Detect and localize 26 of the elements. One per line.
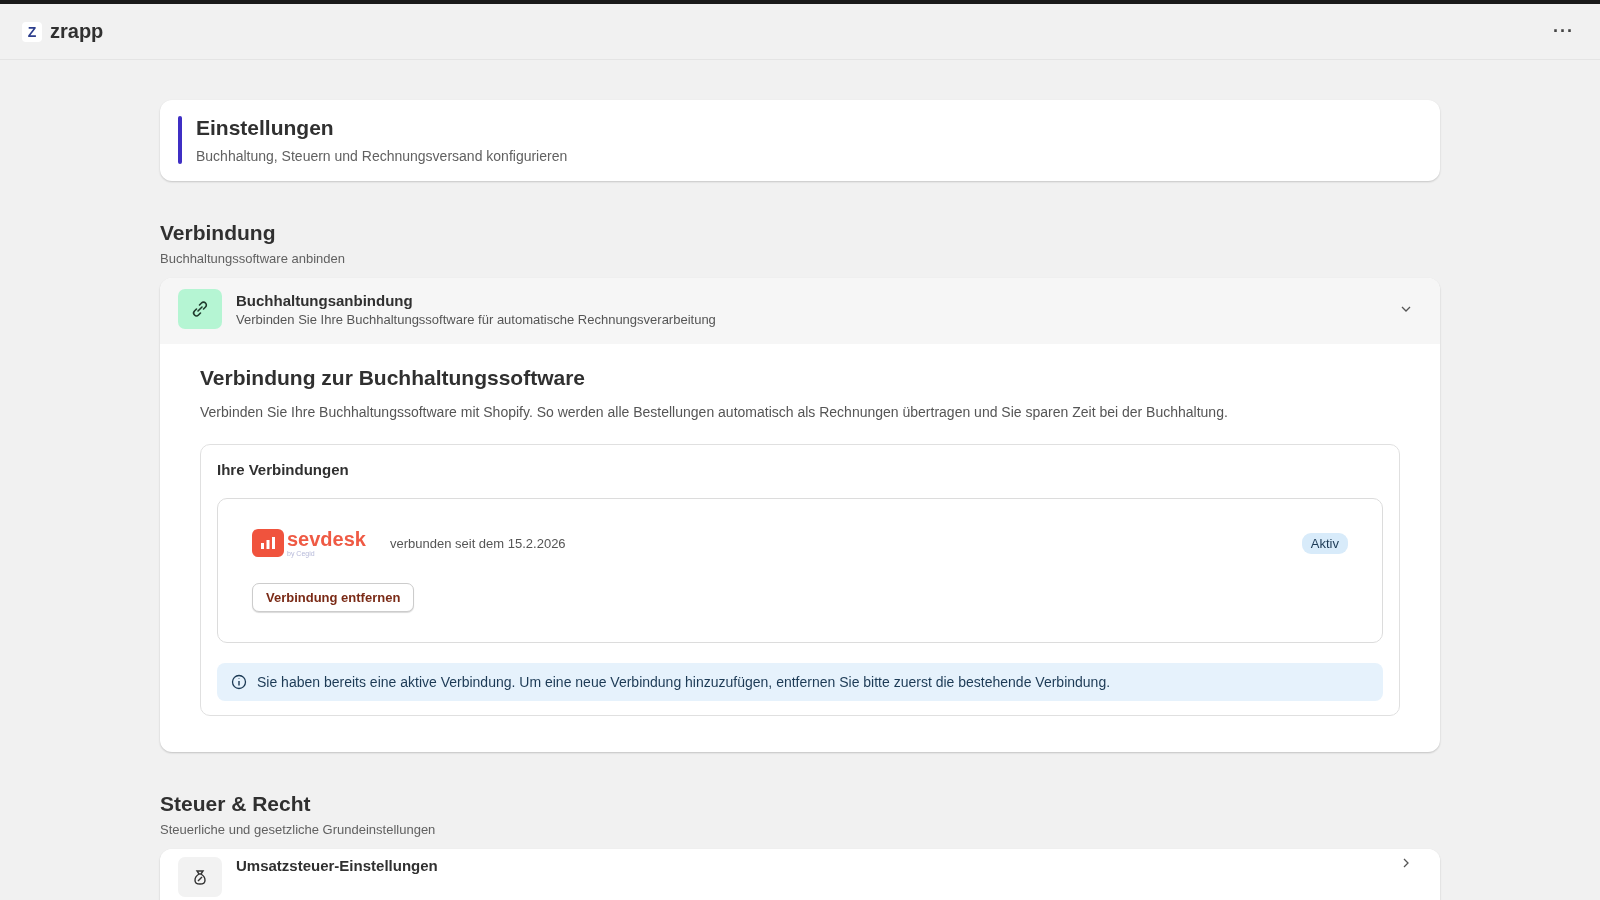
connections-title: Ihre Verbindungen xyxy=(217,461,350,478)
section-title: Steuer & Recht xyxy=(160,792,312,816)
app-name: zrapp xyxy=(50,20,104,43)
link-icon xyxy=(178,289,222,329)
info-text: Sie haben bereits eine aktive Verbindung. Um eine neue Verbindung hinzuzufügen, entfernen Sie bitte zuerst die bestehende Verbindung. xyxy=(257,674,1111,690)
body-heading: Verbindung zur Buchhaltungssoftware xyxy=(200,366,587,390)
body-text: Verbinden Sie Ihre Buchhaltungssoftware mit Shopify. So werden alle Bestellungen automatisch als Rechnungen übertragen und Sie sparen Zeit bei der Buchhaltung. xyxy=(200,404,1229,420)
brand-wordmark: sevdesk xyxy=(287,529,366,549)
money-bag-icon xyxy=(178,857,222,897)
panel-title: Buchhaltungsanbindung xyxy=(236,291,414,309)
section-title: Verbindung xyxy=(160,221,277,245)
panel-header[interactable]: Buchhaltungsanbindung Verbinden Sie Ihre Buchhaltungssoftware für automatische Rechnungsverarbeitung xyxy=(160,278,1440,344)
chart-bars-icon xyxy=(252,529,284,557)
page-title: Einstellungen xyxy=(196,116,335,140)
section-subtitle: Buchhaltungssoftware anbinden xyxy=(160,251,347,266)
status-badge: Aktiv xyxy=(1301,532,1348,554)
connection-date: verbunden seit dem 15.2.2026 xyxy=(389,535,567,551)
panel-subtitle: Verbinden Sie Ihre Buchhaltungssoftware für automatische Rechnungsverarbeitung xyxy=(236,311,717,327)
panel-header[interactable]: Umsatzsteuer-Einstellungen xyxy=(160,849,1440,900)
panel-title: Umsatzsteuer-Einstellungen xyxy=(236,857,439,874)
remove-connection-button[interactable]: Verbindung entfernen xyxy=(252,583,415,612)
more-menu-button[interactable]: ··· xyxy=(1549,21,1578,42)
section-subtitle: Steuerliche und gesetzliche Grundeinstellungen xyxy=(160,822,437,837)
info-icon xyxy=(231,674,247,690)
page-subtitle: Buchhaltung, Steuern und Rechnungsversand konfigurieren xyxy=(196,148,568,164)
app-logo: Z xyxy=(22,21,42,42)
